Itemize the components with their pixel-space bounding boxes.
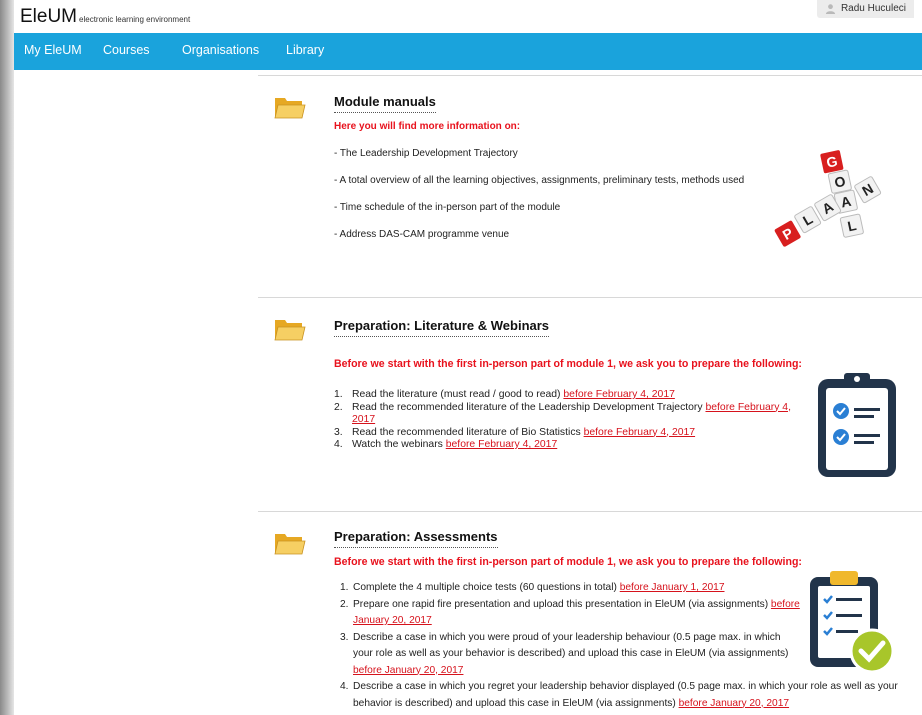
list-item: 2. Read the recommended literature of th… [334,402,804,427]
assessments-intro: Before we start with the first in-person… [334,556,802,568]
manuals-intro: Here you will find more information on: [334,121,521,132]
goal-plan-image: G O A L P L A N [774,150,882,247]
manuals-item: - Address DAS-CAM programme venue [334,229,510,240]
list-item: 4. Describe a case in which you regret y… [340,679,920,712]
item-text: Describe a case in which you regret your… [353,681,898,709]
item-number: 3. [340,631,349,643]
user-menu[interactable]: Radu Huculeci [816,0,914,18]
item-text: Describe a case in which you were proud … [353,631,789,660]
deadline-link[interactable]: before February 4, 2017 [563,389,674,400]
literature-intro: Before we start with the first in-person… [334,358,802,370]
top-bar: EleUM electronic learning environment Rad… [14,0,922,33]
item-text: Watch the webinars [352,439,446,450]
logo-main: EleUM [20,6,78,27]
main-content: Module manuals Here you will find more i… [258,70,922,715]
manuals-item: - A total overview of all the learning o… [334,175,745,186]
checklist-check-icon [810,571,895,674]
nav-my-eleum[interactable]: My EleUM [24,43,82,57]
item-number: 4. [340,681,349,692]
section-title-assessments[interactable]: Preparation: Assessments [334,529,498,548]
folder-icon [274,320,306,341]
manuals-item: - Time schedule of the in-person part of… [334,202,561,213]
section-divider [258,511,922,512]
list-item: 3. Describe a case in which you were pro… [340,630,800,680]
nav-library[interactable]: Library [286,43,324,57]
deadline-link[interactable]: before January 20, 2017 [353,665,463,676]
item-number: 2. [340,598,349,610]
main-nav: My EleUM Courses Organisations Library [14,33,922,70]
deadline-link[interactable]: before January 20, 2017 [679,698,789,709]
item-text: Prepare one rapid fire presentation and … [353,598,771,610]
list-item: 2. Prepare one rapid fire presentation a… [340,597,800,630]
item-number: 4. [334,439,343,450]
assessments-list: 1. Complete the 4 multiple choice tests … [340,580,898,712]
nav-organisations[interactable]: Organisations [182,43,259,57]
deadline-link[interactable]: before February 4, 2017 [446,439,557,450]
deadline-link[interactable]: before February 4, 2017 [584,427,695,438]
goal-letter-tiles: G O A L [820,150,864,238]
item-number: 3. [334,426,343,438]
deadline-link[interactable]: before January 1, 2017 [620,582,725,593]
literature-list: 1. Read the literature (must read / good… [334,389,804,452]
plan-letter-tiles: P L A N [774,176,882,247]
item-text: Read the recommended literature of the L… [352,401,706,413]
logo-subtitle: electronic learning environment [79,15,191,24]
user-icon [825,4,836,14]
item-number: 2. [334,401,343,413]
item-text: Complete the 4 multiple choice tests (60… [353,582,620,593]
nav-courses[interactable]: Courses [103,43,150,57]
item-number: 1. [334,389,343,400]
app-logo[interactable]: EleUM electronic learning environment [20,6,190,28]
section-title-module-manuals[interactable]: Module manuals [334,94,436,113]
section-title-literature-webinars[interactable]: Preparation: Literature & Webinars [334,318,550,337]
item-text: Read the literature (must read / good to… [352,389,564,400]
item-number: 1. [340,582,349,593]
folder-icon [274,98,306,119]
clipboard-checklist-icon [818,373,896,477]
section-divider [258,297,922,298]
list-item: 4. Watch the webinars before February 4,… [334,439,804,452]
section-divider [258,75,922,76]
folder-icon [274,534,306,555]
list-item: 1. Read the literature (must read / good… [334,389,804,402]
user-name: Radu Huculeci [840,3,906,14]
manuals-item: - The Leadership Development Trajectory [334,148,518,159]
item-text: Read the recommended literature of Bio S… [352,426,584,438]
list-item: 3. Read the recommended literature of Bi… [334,427,804,440]
left-edge-shadow [0,0,14,715]
list-item: 1. Complete the 4 multiple choice tests … [340,580,800,597]
